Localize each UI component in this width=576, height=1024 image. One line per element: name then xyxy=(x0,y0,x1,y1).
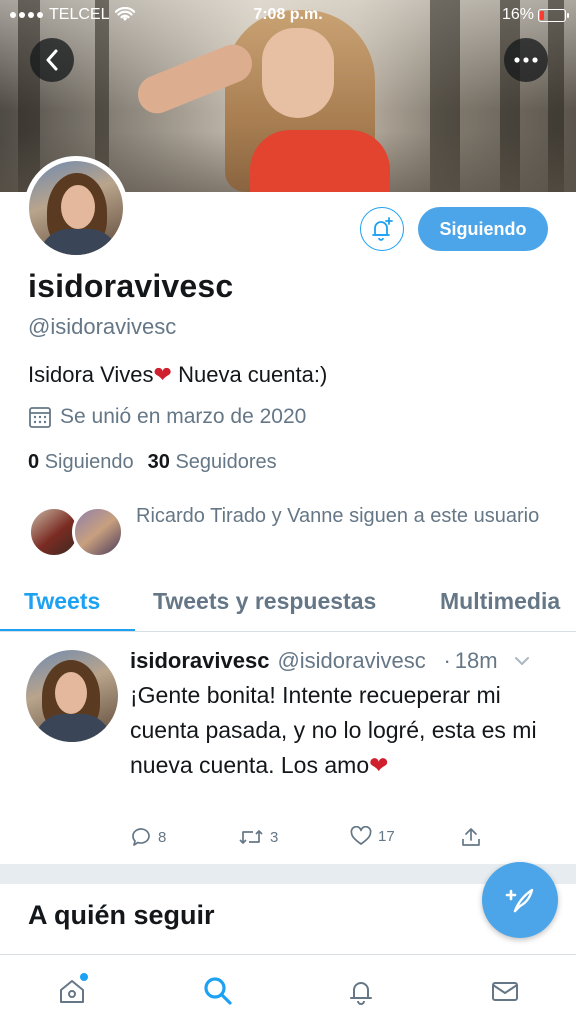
follow-counts: 0 Siguiendo 30 Seguidores xyxy=(28,451,277,474)
tweet-text-content: ¡Gente bonita! Intente recueperar mi cue… xyxy=(130,682,537,778)
nav-notifications[interactable] xyxy=(343,973,379,1009)
like-count: 17 xyxy=(378,827,395,845)
profile-avatar[interactable] xyxy=(24,156,128,260)
calendar-icon xyxy=(29,407,51,428)
reply-icon xyxy=(132,828,150,846)
who-to-follow-heading: A quién seguir xyxy=(28,900,215,930)
avatar-top xyxy=(39,229,119,255)
tweet-author-name[interactable]: isidoravivesc xyxy=(130,648,269,674)
bio-name: Isidora Vives xyxy=(28,362,154,387)
tab-tweets-and-replies[interactable]: Tweets y respuestas xyxy=(153,588,376,615)
following-count: 0 xyxy=(28,451,40,473)
following-label: Siguiendo xyxy=(44,451,134,473)
compose-feather-icon xyxy=(505,888,534,913)
tweet-age: 18m xyxy=(454,648,498,673)
banner-person-top xyxy=(250,130,390,192)
battery-icon xyxy=(538,8,569,22)
profile-bio: Isidora Vives❤ Nueva cuenta:) xyxy=(28,362,327,388)
tweet-author-handle: @isidoravivesc xyxy=(277,648,426,673)
joined-date: Se unió en marzo de 2020 xyxy=(28,405,306,429)
nav-home[interactable] xyxy=(54,973,90,1009)
follower-avatar xyxy=(72,506,124,558)
more-horizontal-icon xyxy=(514,57,538,63)
bio-suffix: Nueva cuenta:) xyxy=(171,362,328,387)
share-button[interactable] xyxy=(460,826,482,848)
profile-display-name: isidoravivesc xyxy=(28,268,234,304)
followers-count-link[interactable]: 30 Seguidores xyxy=(148,451,277,474)
search-icon xyxy=(204,977,232,1005)
battery-indicator: 16% xyxy=(501,6,569,24)
following-button[interactable]: Siguiendo xyxy=(418,207,548,251)
heart-outline-icon xyxy=(350,826,372,845)
tweet-header: isidoravivesc @isidoravivesc · 18m xyxy=(130,648,560,674)
tab-media[interactable]: Multimedia xyxy=(440,588,560,615)
reply-count: 8 xyxy=(158,828,167,846)
banner-person-face xyxy=(262,28,334,118)
battery-percent: 16% xyxy=(501,6,534,23)
share-icon xyxy=(462,828,480,846)
nav-search[interactable] xyxy=(200,973,236,1009)
compose-tweet-button[interactable] xyxy=(482,862,558,938)
bottom-navigation xyxy=(0,954,576,1024)
avatar-face xyxy=(55,672,87,714)
retweet-icon xyxy=(239,830,263,844)
status-bar: TELCEL 7:08 p.m. 16% xyxy=(0,0,576,30)
messages-icon xyxy=(492,982,518,1001)
nav-messages[interactable] xyxy=(487,973,523,1009)
notifications-icon xyxy=(350,982,372,1005)
back-button[interactable] xyxy=(30,38,74,82)
tweet-card[interactable]: isidoravivesc @isidoravivesc · 18m ¡Gent… xyxy=(0,632,576,864)
clock: 7:08 p.m. xyxy=(253,6,323,23)
unread-dot xyxy=(80,973,88,981)
joined-text: Se unió en marzo de 2020 xyxy=(60,405,307,428)
heart-emoji-icon: ❤ xyxy=(153,362,172,387)
reply-button[interactable]: 8 xyxy=(130,826,166,848)
tweet-separator: · xyxy=(443,648,451,673)
tweet-actions: 8 3 17 xyxy=(130,826,490,850)
profile-handle: @isidoravivesc xyxy=(28,314,177,339)
chevron-left-icon xyxy=(46,49,58,71)
profile-tabs: Tweets Tweets y respuestas Multimedia xyxy=(0,580,576,632)
retweet-button[interactable]: 3 xyxy=(238,826,278,848)
chevron-down-icon[interactable] xyxy=(514,656,530,666)
tweet-avatar[interactable] xyxy=(26,650,118,742)
more-options-button[interactable] xyxy=(504,38,548,82)
avatar-face xyxy=(61,185,95,229)
tweet-text: ¡Gente bonita! Intente recueperar mi cue… xyxy=(130,678,540,783)
following-count-link[interactable]: 0 Siguiendo xyxy=(28,451,134,474)
like-button[interactable]: 17 xyxy=(350,826,395,846)
heart-emoji-icon: ❤ xyxy=(369,752,389,778)
followers-label: Seguidores xyxy=(175,451,277,473)
followers-count: 30 xyxy=(147,451,170,473)
retweet-count: 3 xyxy=(270,828,279,846)
notifications-button[interactable] xyxy=(360,207,404,251)
tab-tweets[interactable]: Tweets xyxy=(24,588,100,615)
bell-plus-icon xyxy=(372,217,393,241)
followed-by-text: Ricardo Tirado y Vanne siguen a este usu… xyxy=(136,505,540,527)
followed-by-section[interactable]: Ricardo Tirado y Vanne siguen a este usu… xyxy=(28,500,548,562)
